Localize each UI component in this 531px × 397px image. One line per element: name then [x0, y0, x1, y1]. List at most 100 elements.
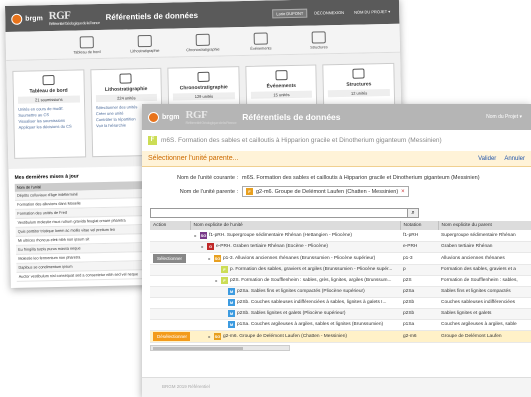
select-button[interactable]: Sélectionner — [153, 253, 187, 263]
notation-cell: p2Sb — [400, 297, 438, 309]
notation-cell: g2-m6 — [400, 330, 438, 343]
search-icon[interactable]: ⌕ — [408, 208, 419, 218]
card-title: Structures — [346, 81, 372, 88]
brgm-logo-icon — [148, 111, 159, 123]
action-cell — [150, 241, 190, 253]
structures-icon — [311, 31, 326, 44]
parent-form: Nom de l'unité courante : m6S. Formation… — [142, 167, 531, 206]
unit-name: g2-m6. Groupe de Delémont Laufen (Chatte… — [223, 333, 347, 339]
chrono-icon — [197, 71, 210, 82]
cancel-button[interactable]: Annuler — [504, 156, 525, 162]
project-dropdown[interactable]: NOM DU PROJET ▾ — [351, 7, 393, 15]
parent-unit-label: Nom de l'unité parente : — [179, 188, 238, 195]
unit-name: f1-pRH. Supergroupe sédimentaire Rhénan … — [209, 232, 352, 238]
table-row[interactable]: Désélectionner ▸ SG g2-m6. Groupe de Delémo… — [150, 330, 531, 343]
unit-name: p1Sa. Couches argileuses à argiles, sabl… — [237, 322, 384, 327]
column-header-action[interactable]: Action — [150, 221, 191, 230]
table-row[interactable]: ▸ Fp2S. Formation de Soufflenheim : sable… — [150, 275, 531, 287]
nav-lithostratigraphy[interactable]: Lithostratigraphie — [125, 34, 165, 54]
logout-link[interactable]: DÉCONNEXION — [311, 8, 347, 16]
clear-icon[interactable]: × — [401, 189, 405, 195]
nav-chronostratigraphy[interactable]: Chronostratigraphie — [183, 33, 223, 52]
card-title: Chronostratigraphie — [179, 84, 228, 92]
nav-label: Tableau de bord — [73, 50, 101, 55]
structures-icon — [352, 68, 365, 79]
table-row[interactable]: Mp2Sb. Sables lignites et galets (Pliocè… — [150, 308, 531, 320]
unit-tree-node: ▸ Fp2S. Formation de Soufflenheim : sable… — [193, 277, 397, 284]
table-row[interactable]: Sélectionner ▸ SG p1-3. Alluvions anciennes… — [150, 252, 531, 265]
parent-cell: Couches sableuses indifférenciées — [438, 297, 531, 309]
select-parent-header: Sélectionner l'unité parente... Valider … — [142, 151, 531, 167]
parent-unit-value: g2-m6. Groupe de Delémont Laufen (Chatte… — [256, 188, 399, 195]
breadcrumb-text: m6S. Formation des sables et cailloutis … — [161, 137, 442, 144]
rgf-logo-subtitle: Référentiel Géologique de la France — [185, 120, 237, 125]
user-button[interactable]: Lorie DUPONT — [272, 8, 308, 18]
unit-tree-node: Mp2Sb. Couches sableuses indifférenciées… — [193, 299, 397, 306]
parent-cell: Formation de Soufflenheim : sables, — [438, 275, 531, 287]
nav-structures[interactable]: Structures — [299, 31, 339, 50]
expand-toggle-icon[interactable]: ▸ — [193, 233, 198, 238]
name-cell: ▸ SG f1-pRH. Supergroupe sédimentaire Rhén… — [190, 230, 400, 242]
card-link[interactable]: Appliquer les décisions du CS — [18, 123, 80, 130]
action-cell — [150, 319, 190, 331]
brgm-logo[interactable]: brgm — [148, 111, 180, 123]
nav-dashboard[interactable]: Tableau de bord — [67, 36, 107, 55]
notation-cell: p — [400, 264, 438, 276]
project-dropdown[interactable]: Nom du Projet ▾ — [483, 113, 525, 121]
column-header-notation[interactable]: Notation — [400, 221, 439, 230]
column-header-name[interactable]: Nom explicite de l'unité — [190, 221, 401, 230]
brgm-logo[interactable]: brgm — [11, 13, 43, 25]
search-input[interactable] — [150, 208, 408, 218]
expand-toggle-icon[interactable]: ▸ — [207, 334, 212, 339]
unit-rank-badge-icon: M — [228, 310, 235, 317]
search-bar: ⌕ — [142, 206, 531, 221]
card-count: 224 unités — [95, 93, 158, 103]
notation-cell: e-PRH — [400, 241, 438, 253]
unit-name: p1-3. Alluvions anciennes rhénanes (Brun… — [223, 255, 376, 261]
events-icon — [274, 70, 288, 81]
name-cell: ▸ SG g2-m6. Groupe de Delémont Laufen (Cha… — [190, 330, 400, 343]
name-cell: Mp2Sb. Sables lignites et galets (Pliocè… — [190, 308, 400, 320]
notation-cell: p2Sb — [400, 308, 438, 320]
unit-name: p2Sa. Sables fins et lignites compactés … — [237, 289, 365, 294]
expand-toggle-icon[interactable]: ▸ — [214, 278, 219, 283]
name-cell: Fp. Formation des sables, graviers et ar… — [190, 264, 400, 276]
parent-unit-field[interactable]: F g2-m6. Groupe de Delémont Laufen (Chat… — [242, 186, 409, 197]
deselect-button[interactable]: Désélectionner — [153, 331, 190, 341]
card-title: Lithostratigraphie — [104, 86, 148, 93]
current-unit-value: m6S. Formation des sables et cailloutis … — [242, 175, 480, 181]
table-row[interactable]: Mp2Sb. Couches sableuses indifférenciées… — [150, 297, 531, 309]
name-cell: ▸ Fp2S. Formation de Soufflenheim : sable… — [190, 275, 400, 287]
unit-tree-node: Mp2Sb. Sables lignites et galets (Pliocè… — [193, 310, 397, 317]
table-row[interactable]: Mp2Sa. Sables fins et lignites compactés… — [150, 286, 531, 298]
column-header-parent[interactable]: Nom explicite du parent — [438, 221, 531, 230]
table-row[interactable]: ▸ SG f1-pRH. Supergroupe sédimentaire Rhén… — [150, 230, 531, 242]
app-title: Référentiels de données — [242, 112, 341, 122]
nav-events[interactable]: Événements — [241, 32, 281, 51]
unit-name: p2Sb. Couches sableuses indifférenciées … — [237, 300, 387, 305]
events-icon — [253, 32, 268, 45]
action-cell — [150, 275, 190, 287]
unit-tree-node: ▸ SG g2-m6. Groupe de Delémont Laufen (Cha… — [193, 332, 397, 340]
card-title: Événements — [266, 82, 297, 90]
validate-button[interactable]: Valider — [478, 156, 496, 162]
table-row[interactable]: ▸ Ge-PRH. Graben tertiaire Rhénan (Eocène… — [150, 241, 531, 253]
name-cell: Mp2Sa. Sables fins et lignites compactés… — [190, 286, 400, 298]
expand-toggle-icon[interactable]: ▸ — [207, 256, 212, 261]
unit-name: p. Formation des sables, graviers et arg… — [230, 267, 393, 272]
parent-cell: Sables lignites et galets — [438, 308, 531, 320]
card-count: 129 unités — [173, 92, 235, 101]
horizontal-scrollbar[interactable] — [150, 344, 290, 351]
formation-badge-icon: F — [148, 136, 157, 145]
table-row[interactable]: Fp. Formation des sables, graviers et ar… — [150, 264, 531, 276]
chrono-icon — [195, 33, 210, 47]
nav-label: Événements — [250, 46, 272, 51]
table-row[interactable]: Mp1Sa. Couches argileuses à argiles, sab… — [150, 319, 531, 331]
brgm-logo-icon — [11, 13, 23, 25]
unit-name: p2Sb. Sables lignites et galets (Pliocèn… — [237, 311, 346, 316]
rgf-logo: RGF Référentiel Géologique de la France — [49, 9, 100, 26]
expand-toggle-icon[interactable]: ▸ — [200, 244, 205, 249]
top-bar: brgm RGF Référentiel Géologique de la Fr… — [142, 104, 531, 130]
card-dashboard[interactable]: Tableau de bord 21 soumissions Unités en… — [12, 69, 86, 159]
scrollbar-thumb[interactable] — [153, 346, 243, 350]
